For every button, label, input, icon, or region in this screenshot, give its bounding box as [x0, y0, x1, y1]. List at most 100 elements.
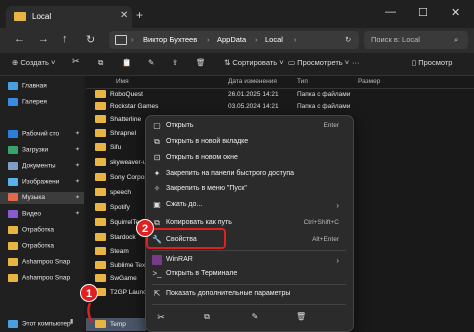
navigation-pane: Главная Галерея Рабочий сто ✦ Загрузки ✦… — [0, 76, 84, 332]
column-size[interactable]: Размер — [358, 78, 380, 85]
sidebar-item-documents[interactable]: Документы — [8, 162, 56, 170]
file-row[interactable]: Stardock — [95, 232, 136, 243]
column-date[interactable]: Дата изменения — [228, 78, 277, 85]
refresh-icon[interactable]: ↻ — [345, 35, 351, 44]
up-arrow-icon[interactable]: ↑ — [62, 33, 68, 45]
copy-icon[interactable]: ⧉ — [98, 58, 103, 68]
minimize-button[interactable]: — — [385, 6, 396, 18]
file-type: Папка с файлами — [297, 91, 351, 98]
cut-icon[interactable]: ✂ — [72, 56, 80, 67]
sidebar-item-folder[interactable]: Ashampoo Snap — [8, 258, 70, 266]
sidebar-item-folder[interactable]: Отработка — [8, 226, 54, 234]
breadcrumb-appdata[interactable]: AppData — [217, 35, 246, 44]
compress-icon: ▣ — [153, 200, 161, 209]
column-type[interactable]: Тип — [297, 78, 308, 85]
back-arrow-icon[interactable]: ← — [14, 33, 25, 45]
file-row[interactable]: Sublime Text — [95, 260, 147, 271]
shortcut-open: Enter — [323, 122, 339, 129]
home-icon — [8, 82, 18, 90]
menu-open-new-tab[interactable]: Открыть в новой вкладке — [166, 138, 248, 145]
submenu-chevron-icon: › — [336, 256, 339, 265]
more-options-icon: ⇱ — [153, 289, 161, 298]
file-row[interactable]: Spotify — [95, 202, 130, 213]
copy-icon[interactable]: ⧉ — [202, 312, 212, 322]
forward-arrow-icon[interactable]: → — [38, 33, 49, 45]
sidebar-item-pictures[interactable]: Изображени — [8, 178, 59, 186]
document-icon — [8, 162, 18, 170]
delete-icon[interactable]: 🗑 — [296, 312, 306, 322]
folder-icon — [8, 226, 18, 234]
menu-open-terminal[interactable]: Открыть в Терминале — [166, 270, 237, 277]
pictures-icon — [8, 178, 18, 186]
close-tab-icon[interactable]: ✕ — [120, 10, 128, 21]
rename-icon[interactable]: ✎ — [250, 312, 260, 322]
monitor-icon — [115, 35, 127, 45]
sidebar-item-videos[interactable]: Видео — [8, 210, 41, 218]
menu-pin-quick-access[interactable]: Закрепить на панели быстрого доступа — [166, 170, 294, 177]
file-row[interactable]: RoboQuest — [95, 89, 143, 100]
open-icon: ▢ — [153, 121, 161, 130]
more-icon[interactable]: ··· — [352, 58, 360, 67]
desktop-icon — [8, 130, 18, 138]
file-row[interactable]: Shatterline — [95, 114, 141, 125]
file-row-temp[interactable]: Temp — [95, 319, 126, 330]
sidebar-item-this-pc[interactable]: Этот компьютер — [8, 320, 71, 328]
pin-start-icon: ✧ — [153, 184, 161, 193]
file-row[interactable]: Steam — [95, 246, 129, 257]
sidebar-item-music[interactable]: Музыка — [0, 192, 84, 204]
column-name[interactable]: Имя — [116, 78, 129, 85]
new-window-icon: ⊡ — [153, 153, 161, 162]
winrar-icon — [152, 255, 162, 265]
menu-compress[interactable]: Сжать до... — [166, 201, 202, 208]
delete-icon[interactable]: 🗑 — [196, 58, 206, 67]
close-window-button[interactable]: ✕ — [451, 6, 460, 19]
menu-open[interactable]: Открыть — [166, 122, 194, 129]
breadcrumb-separator: › — [207, 35, 210, 44]
breadcrumb-local[interactable]: Local — [265, 35, 283, 44]
view-button[interactable]: ▭ Просмотреть ˅ — [288, 58, 349, 67]
paste-icon[interactable]: 📋 — [122, 58, 131, 67]
search-input[interactable]: Поиск в: Local ⌕ — [364, 31, 468, 49]
tab-local[interactable]: Local ✕ — [6, 6, 132, 28]
sidebar-item-gallery[interactable]: Галерея — [8, 98, 47, 106]
sidebar-item-folder[interactable]: Отработка — [8, 242, 54, 250]
breadcrumb-separator: › — [131, 35, 134, 44]
file-row[interactable]: Rockstar Games — [95, 101, 158, 112]
menu-winrar[interactable]: WinRAR — [166, 256, 193, 263]
file-date: 03.05.2024 14:21 — [228, 103, 279, 110]
search-placeholder: Поиск в: Local — [371, 35, 420, 44]
file-type: Папка с файлами — [297, 103, 351, 110]
file-row[interactable]: speech — [95, 187, 131, 198]
folder-icon — [95, 158, 106, 167]
create-button[interactable]: ⊕ Создать ˅ — [12, 58, 55, 67]
folder-icon — [95, 247, 106, 256]
preview-button[interactable]: ▯ Просмотр — [412, 58, 452, 67]
new-tab-icon: ⧉ — [154, 137, 160, 146]
maximize-button[interactable]: ☐ — [418, 6, 428, 19]
rename-icon[interactable]: ✎ — [148, 58, 154, 67]
sidebar-item-folder[interactable]: Ashampoo Snap — [8, 274, 70, 282]
sidebar-item-home[interactable]: Главная — [8, 82, 47, 90]
breadcrumb-user[interactable]: Виктор Бухтеев — [143, 35, 197, 44]
address-bar[interactable]: › Виктор Бухтеев › AppData › Local › ↻ — [109, 31, 359, 49]
file-row[interactable]: Shrapnel — [95, 128, 136, 139]
menu-copy-path[interactable]: Копировать как путь — [166, 219, 232, 226]
music-icon — [8, 193, 18, 202]
folder-icon — [95, 203, 106, 212]
sidebar-item-downloads[interactable]: Загрузки — [8, 146, 48, 154]
sidebar-item-desktop[interactable]: Рабочий сто — [8, 130, 59, 138]
menu-open-new-window[interactable]: Открыть в новом окне — [166, 154, 238, 161]
new-tab-button[interactable]: + — [136, 8, 143, 22]
pin-icon: ✦ — [153, 169, 161, 178]
file-row[interactable]: SwGame — [95, 273, 137, 284]
cut-icon[interactable]: ✂ — [156, 312, 166, 322]
share-icon[interactable]: ⇪ — [172, 58, 178, 67]
folder-icon — [8, 242, 18, 250]
sort-label: Сортировать — [232, 58, 278, 67]
menu-pin-start[interactable]: Закрепить в меню "Пуск" — [166, 185, 247, 192]
properties-highlight-box — [146, 228, 226, 249]
refresh-icon[interactable]: ↻ — [86, 33, 95, 46]
sort-button[interactable]: ⇅ Сортировать ˅ — [224, 58, 284, 67]
menu-more-options[interactable]: Показать дополнительные параметры — [166, 290, 290, 297]
file-row[interactable]: Sifu — [95, 142, 121, 153]
